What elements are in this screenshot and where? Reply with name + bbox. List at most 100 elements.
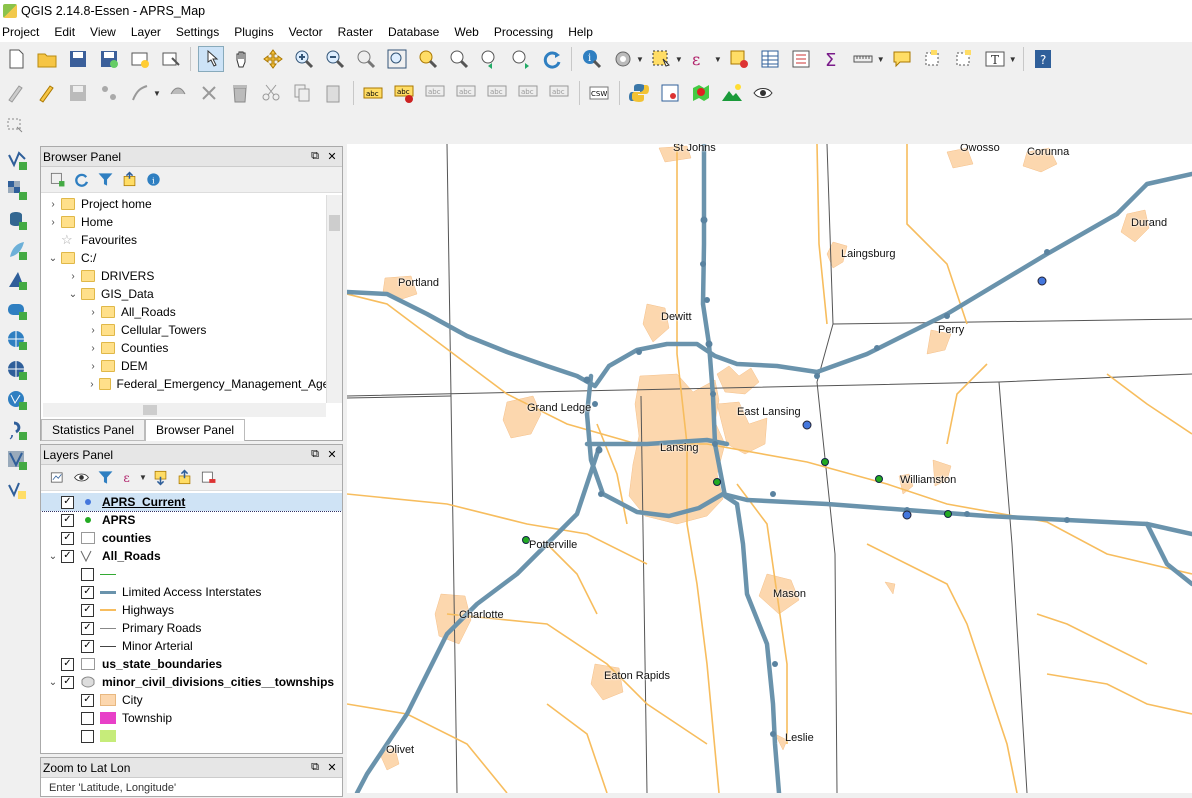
browser-item[interactable]: › All_Roads (41, 303, 342, 321)
aprs-points[interactable] (522, 458, 952, 544)
select-by-expression-icon[interactable]: ε (687, 46, 713, 72)
close-icon[interactable]: ✕ (325, 761, 339, 774)
close-icon[interactable]: ✕ (325, 150, 339, 163)
chevron-right-icon[interactable]: › (67, 271, 79, 282)
chevron-right-icon[interactable]: › (87, 361, 99, 372)
layer-visibility-checkbox[interactable] (81, 729, 94, 743)
menu-edit[interactable]: Edit (52, 25, 82, 39)
layer-visibility-checkbox[interactable]: ✓ (61, 549, 74, 563)
browser-item[interactable]: › Counties (41, 339, 342, 357)
refresh-icon[interactable] (539, 46, 565, 72)
cut-features-icon[interactable] (258, 80, 284, 106)
select-features-icon[interactable] (648, 46, 674, 72)
save-layer-edits-icon[interactable] (65, 80, 91, 106)
add-oracle-layer-icon[interactable] (4, 297, 30, 323)
save-project-icon[interactable] (65, 46, 91, 72)
layer-visibility-checkbox[interactable]: ✓ (61, 657, 74, 671)
map-tips-icon[interactable] (889, 46, 915, 72)
float-panel-icon[interactable]: ⧉ (308, 761, 322, 774)
layer-item[interactable]: ✓ us_state_boundaries (41, 655, 342, 673)
terrain-icon[interactable] (719, 80, 745, 106)
tab-browser-panel[interactable]: Browser Panel (145, 419, 246, 441)
filter-legend-icon[interactable] (95, 468, 115, 488)
eye-icon[interactable] (750, 80, 776, 106)
layer-visibility-checkbox[interactable]: ✓ (61, 531, 74, 545)
layer-visibility-checkbox[interactable]: ✓ (81, 639, 94, 653)
chevron-down-icon[interactable]: ⌄ (47, 677, 59, 688)
run-feature-action-icon[interactable] (610, 46, 636, 72)
csw-icon[interactable]: CSW (586, 80, 612, 106)
aprs-point[interactable] (875, 475, 883, 483)
add-vector-layer-icon[interactable] (4, 147, 30, 173)
vertical-scrollbar[interactable] (326, 195, 342, 403)
select-tool-icon[interactable] (3, 114, 29, 140)
menu-view[interactable]: View (88, 25, 123, 39)
scrollbar-thumb[interactable] (329, 215, 340, 231)
layer-item[interactable]: ✓ APRS_Current (41, 493, 342, 512)
layer-visibility-checkbox[interactable] (81, 711, 94, 725)
layer-visibility-checkbox[interactable]: ✓ (81, 693, 94, 707)
chevron-down-icon[interactable]: ▼ (877, 55, 885, 64)
heatmap-plugin-icon[interactable] (688, 80, 714, 106)
layer-item[interactable]: ✓ Minor Arterial (41, 637, 342, 655)
map-canvas[interactable]: St Johns Owosso Corunna Durand Laingsbur… (347, 144, 1192, 793)
float-panel-icon[interactable]: ⧉ (308, 448, 322, 461)
float-panel-icon[interactable]: ⧉ (308, 150, 322, 163)
chevron-down-icon[interactable]: ⌄ (47, 551, 59, 562)
filter-icon[interactable] (95, 170, 115, 190)
aprs-current-point[interactable] (902, 510, 912, 520)
menu-database[interactable]: Database (386, 25, 446, 39)
zoom-out-icon[interactable] (322, 46, 348, 72)
text-annotation-icon[interactable]: T (982, 46, 1008, 72)
add-wcs-layer-icon[interactable] (4, 357, 30, 383)
map-svg[interactable] (347, 144, 1192, 793)
chevron-down-icon[interactable]: ⌄ (67, 289, 79, 300)
aprs-current-point[interactable] (802, 420, 812, 430)
new-shapefile-layer-icon[interactable] (4, 477, 30, 503)
aprs-current-point[interactable] (1037, 276, 1047, 286)
layer-visibility-checkbox[interactable]: ✓ (81, 621, 94, 635)
expand-all-icon[interactable] (151, 468, 171, 488)
chevron-down-icon[interactable]: ▼ (153, 89, 161, 98)
pan-hand-icon[interactable] (229, 46, 255, 72)
collapse-all-icon[interactable] (175, 468, 195, 488)
save-as-icon[interactable] (96, 46, 122, 72)
change-label-icon[interactable]: abc (546, 80, 572, 106)
copy-features-icon[interactable] (289, 80, 315, 106)
browser-item[interactable]: ☆ Favourites (41, 231, 342, 249)
zoom-native-icon[interactable] (353, 46, 379, 72)
pan-to-selection-icon[interactable] (260, 46, 286, 72)
layer-item[interactable]: ⌄ ✓ minor_civil_divisions_cities__township… (41, 673, 342, 691)
add-spatialite-layer-icon[interactable] (4, 237, 30, 263)
aprs-point[interactable] (713, 478, 721, 486)
collapse-all-icon[interactable] (119, 170, 139, 190)
chevron-down-icon[interactable]: ⌄ (47, 253, 59, 264)
browser-item[interactable]: › DRIVERS (41, 267, 342, 285)
tab-statistics-panel[interactable]: Statistics Panel (41, 419, 146, 441)
horizontal-scrollbar[interactable] (43, 403, 326, 417)
add-wfs-layer-icon[interactable] (4, 387, 30, 413)
menu-help[interactable]: Help (566, 25, 600, 39)
measure-line-icon[interactable] (850, 46, 876, 72)
layer-item[interactable]: ✓ counties (41, 529, 342, 547)
browser-item[interactable]: › Home (41, 213, 342, 231)
add-selected-layer-icon[interactable] (47, 170, 67, 190)
rotate-label-icon[interactable]: abc (515, 80, 541, 106)
add-raster-layer-icon[interactable] (4, 177, 30, 203)
layer-item[interactable]: ✓ Highways (41, 601, 342, 619)
add-feature-icon[interactable] (96, 80, 122, 106)
browser-item[interactable]: ⌄ C:/ (41, 249, 342, 267)
chevron-down-icon[interactable]: ▼ (139, 473, 147, 482)
add-postgis-layer-icon[interactable] (4, 207, 30, 233)
deselect-all-icon[interactable] (726, 46, 752, 72)
chevron-right-icon[interactable]: › (47, 199, 59, 210)
aprs-point[interactable] (821, 458, 829, 466)
aprs-point[interactable] (944, 510, 952, 518)
scrollbar-thumb[interactable] (143, 405, 157, 415)
menu-settings[interactable]: Settings (174, 25, 226, 39)
show-hide-labels-icon[interactable]: abc (453, 80, 479, 106)
move-label-icon[interactable]: abc (484, 80, 510, 106)
menu-plugins[interactable]: Plugins (232, 25, 280, 39)
move-feature-icon[interactable] (127, 80, 153, 106)
menu-project[interactable]: Project (0, 25, 46, 39)
